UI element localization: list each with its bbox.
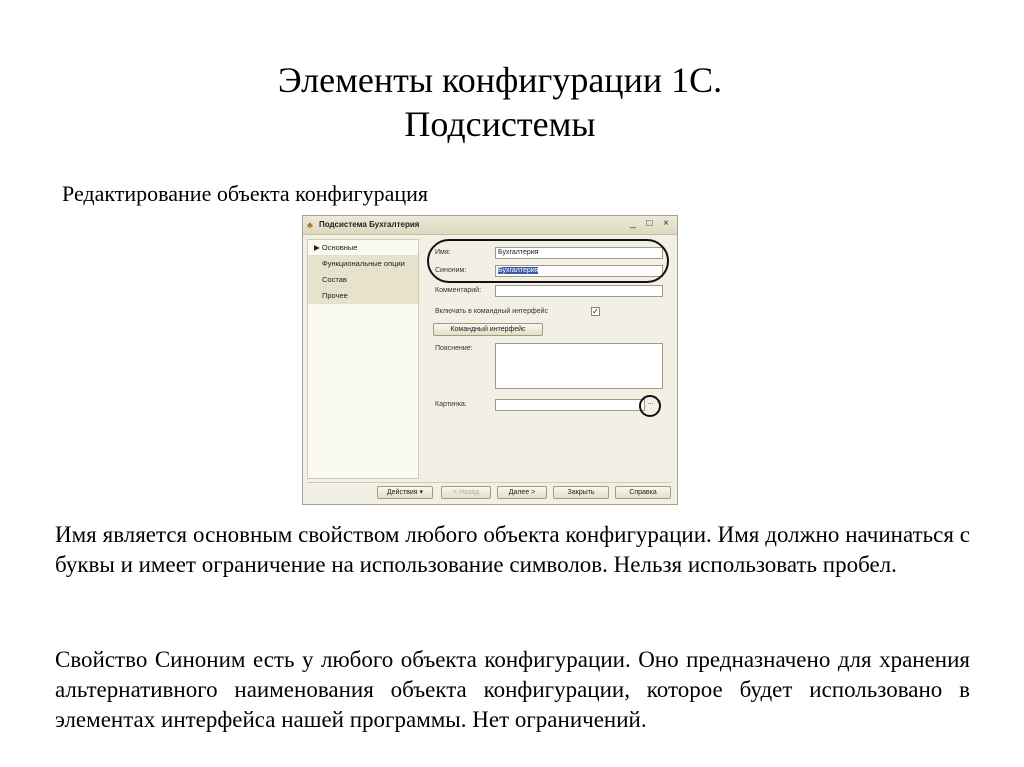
comment-label: Комментарий: xyxy=(435,287,482,294)
slide-title: Элементы конфигурации 1С. Подсистемы xyxy=(0,58,1000,146)
title-line-1: Элементы конфигурации 1С. xyxy=(277,60,723,100)
title-line-2: Подсистемы xyxy=(404,104,596,144)
triangle-right-icon: ▶ xyxy=(314,243,320,252)
close-button[interactable]: Закрыть xyxy=(553,486,609,499)
help-button[interactable]: Справка xyxy=(615,486,671,499)
command-interface-button[interactable]: Командный интерфейс xyxy=(433,323,543,336)
comment-field[interactable] xyxy=(495,285,663,297)
sidebar-item-label: Основные xyxy=(321,243,358,252)
dialog-title: Подсистема Бухгалтерия xyxy=(319,220,420,229)
paragraph-synonym: Свойство Синоним есть у любого объекта к… xyxy=(55,647,970,732)
dialog-titlebar: ♣ Подсистема Бухгалтерия _ □ × xyxy=(303,216,677,235)
actions-button[interactable]: Действия ▾ xyxy=(377,486,433,499)
slide-subtitle: Редактирование объекта конфигурация xyxy=(62,181,428,206)
paragraph-name: Имя является основным свойством любого о… xyxy=(55,522,970,577)
dialog-sidebar: ▶ Основные Функциональные опции Состав П… xyxy=(307,239,419,479)
highlight-circle-picture xyxy=(639,395,661,417)
highlight-ellipse-name-synonym xyxy=(427,239,669,283)
sidebar-item-content[interactable]: Состав xyxy=(308,272,418,288)
explanation-field[interactable] xyxy=(495,343,663,389)
sidebar-item-functional-options[interactable]: Функциональные опции xyxy=(308,256,418,272)
picture-label: Картинка: xyxy=(435,401,467,408)
back-button[interactable]: < Назад xyxy=(441,486,491,499)
picture-field[interactable] xyxy=(495,399,645,411)
include-label: Включать в командный интерфейс xyxy=(435,308,549,315)
subsystem-dialog-screenshot: ♣ Подсистема Бухгалтерия _ □ × ▶ Основны… xyxy=(302,215,678,505)
sidebar-item-other[interactable]: Прочее xyxy=(308,288,418,304)
next-button[interactable]: Далее > xyxy=(497,486,547,499)
dialog-button-bar: Действия ▾ < Назад Далее > Закрыть Справ… xyxy=(303,482,677,504)
sidebar-item-main[interactable]: ▶ Основные xyxy=(308,240,418,256)
window-controls[interactable]: _ □ × xyxy=(630,218,673,229)
include-checkbox[interactable]: ✓ xyxy=(591,307,600,316)
subsystem-icon: ♣ xyxy=(307,220,313,230)
explanation-label: Пояснение: xyxy=(435,345,473,352)
